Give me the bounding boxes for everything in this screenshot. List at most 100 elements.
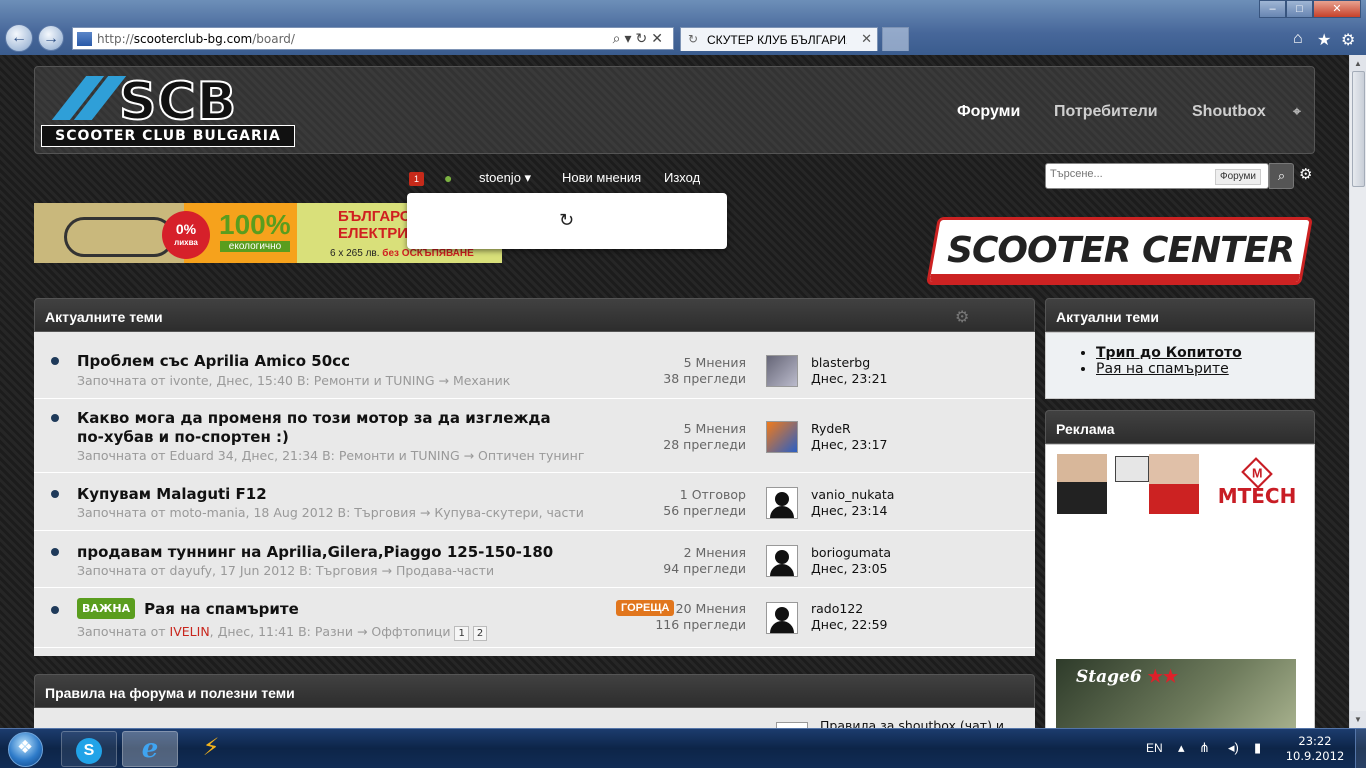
avatar[interactable] — [766, 355, 798, 387]
search-input[interactable] — [1050, 168, 1210, 180]
topic-meta: Започната от dayufy, 17 Jun 2012 В: Търг… — [77, 563, 495, 578]
last-post[interactable]: rado122 Днес, 22:59 — [811, 601, 887, 633]
topic-stats: 1 Отговор 56 прегледи — [663, 487, 746, 518]
taskbar-skype[interactable]: S — [61, 731, 117, 767]
search-scope[interactable]: Форуми — [1215, 169, 1261, 185]
ad-photo — [1149, 454, 1199, 514]
last-post[interactable]: boriogumata Днес, 23:05 — [811, 545, 891, 577]
volume-icon[interactable]: ◂) — [1228, 740, 1239, 756]
avatar[interactable] — [766, 545, 798, 577]
forward-button[interactable]: → — [38, 25, 64, 51]
last-post[interactable]: blasterbg Днес, 23:21 — [811, 355, 887, 387]
tab-title: СКУТЕР КЛУБ БЪЛГАРИЯ -... — [707, 33, 847, 47]
tools-gear-icon[interactable]: ⚙ — [1341, 30, 1355, 50]
sidebar-topic-link[interactable]: Трип до Копитото — [1096, 345, 1242, 361]
loading-spinner-icon: ↻ — [559, 210, 575, 230]
topic-row: продавам туннинг на Aprilia,Gilera,Piagg… — [34, 531, 1035, 588]
browser-chrome: ← → http://scooterclub-bg.com/board/ ⌕▾↻… — [0, 0, 1366, 55]
avatar[interactable] — [766, 421, 798, 453]
maximize-button[interactable]: □ — [1286, 0, 1313, 18]
topic-title[interactable]: продавам туннинг на Aprilia,Gilera,Piagg… — [77, 543, 597, 562]
url-text[interactable]: http://scooterclub-bg.com/board/ — [97, 32, 295, 46]
bike-image — [64, 217, 174, 257]
scooter-center-logo: SCOOTER CENTER — [947, 230, 1295, 271]
favorites-star-icon[interactable]: ★ — [1317, 30, 1331, 50]
notifications-popup: ↻ — [407, 193, 727, 249]
address-bar[interactable]: http://scooterclub-bg.com/board/ ⌕▾↻✕ — [72, 27, 674, 50]
network-icon[interactable]: ⋔ — [1199, 740, 1210, 756]
important-badge: ВАЖНА — [77, 598, 136, 619]
address-controls[interactable]: ⌕▾↻✕ — [613, 30, 667, 47]
topic-title[interactable]: Купувам Malaguti F12 — [77, 485, 577, 504]
topics-list: Проблем със Aprilia Amico 50cc Започната… — [34, 332, 1035, 656]
site-favicon — [77, 32, 92, 46]
logo-subtitle: SCOOTER CLUB BULGARIA — [41, 125, 295, 147]
sidebar-topic-link[interactable]: Рая на спамърите — [1096, 361, 1242, 377]
topic-row: ВАЖНА Рая на спамърите Започната от IVELI… — [34, 588, 1035, 648]
page-link-2[interactable]: 2 — [472, 626, 488, 641]
home-icon[interactable]: ⌂ — [1293, 30, 1303, 48]
logout-link[interactable]: Изход — [664, 170, 700, 185]
user-icon[interactable]: ● — [444, 170, 452, 186]
site-logo[interactable]: SCB SCOOTER CLUB BULGARIA — [41, 71, 295, 147]
taskbar-internet-explorer[interactable]: e — [122, 731, 178, 767]
ad-percent: 100% — [219, 209, 291, 240]
close-window-button[interactable]: ✕ — [1313, 0, 1361, 18]
topic-meta: Започната от moto-mania, 18 Aug 2012 В: … — [77, 505, 584, 520]
avatar[interactable] — [766, 602, 798, 634]
search-options-gear-icon[interactable]: ⚙ — [1299, 165, 1312, 183]
topic-dot-icon — [51, 548, 59, 556]
clock[interactable]: 23:2210.9.2012 г. — [1280, 734, 1350, 768]
stage6-logo: Stage6 ★★ — [1076, 667, 1179, 687]
windows-logo-icon — [8, 732, 43, 767]
last-post[interactable]: RydeR Днес, 23:17 — [811, 421, 887, 453]
sidebar-ads-heading: Реклама — [1045, 410, 1315, 444]
stage6-ad[interactable]: Stage6 ★★ — [1056, 659, 1296, 728]
new-posts-link[interactable]: Нови мнения — [562, 170, 641, 185]
sidebar-topics: Трип до Копитото Рая на спамърите — [1045, 332, 1315, 399]
minimize-button[interactable]: – — [1259, 0, 1286, 18]
page-link-1[interactable]: 1 — [454, 626, 469, 641]
scooter-center-banner[interactable]: SCOOTER CENTER — [926, 217, 1313, 285]
topic-title[interactable]: Какво мога да променя по този мотор за д… — [77, 409, 567, 447]
start-button[interactable] — [2, 730, 50, 768]
ad-price: 6 x 265 лв. без ОСКЪПЯВАНЕ — [330, 248, 474, 259]
tray-arrow-icon[interactable]: ▴ — [1178, 740, 1185, 756]
scroll-down-icon[interactable]: ▼ — [1350, 711, 1366, 728]
map-pin-icon[interactable]: ⌖ — [1293, 103, 1301, 120]
user-menu[interactable]: stoenjo ▾ — [479, 170, 531, 186]
action-center-icon[interactable]: ▮ — [1254, 740, 1261, 756]
search-button[interactable]: ⌕ — [1269, 163, 1294, 189]
sidebar-topics-heading: Актуални теми — [1045, 298, 1315, 332]
ad-photo — [1115, 456, 1149, 482]
ad-zero-badge: 0% лихва — [162, 211, 210, 259]
page-viewport: SCB SCOOTER CLUB BULGARIA Форуми Потреби… — [0, 55, 1349, 728]
rules-item[interactable]: Правила за shoutbox (чат) и — [820, 718, 1004, 728]
tab-active[interactable]: ↻ СКУТЕР КЛУБ БЪЛГАРИЯ -... ✕ — [680, 27, 878, 51]
new-tab-button[interactable] — [882, 27, 909, 51]
topics-panel-heading: Актуалните теми — [34, 298, 1035, 332]
last-post[interactable]: vanio_nukata Днес, 23:14 — [811, 487, 894, 519]
rules-panel-heading: Правила на форума и полезни теми — [34, 674, 1035, 708]
scroll-up-icon[interactable]: ▲ — [1350, 55, 1366, 72]
nav-users[interactable]: Потребители — [1054, 103, 1158, 121]
nav-shoutbox[interactable]: Shoutbox — [1192, 103, 1266, 121]
avatar[interactable] — [766, 487, 798, 519]
tab-close-icon[interactable]: ✕ — [861, 31, 872, 47]
language-indicator[interactable]: EN — [1146, 741, 1163, 755]
topic-stats: 5 Мнения 28 прегледи — [663, 421, 746, 452]
show-desktop-button[interactable] — [1355, 729, 1366, 768]
topic-title[interactable]: ВАЖНА Рая на спамърите — [77, 598, 577, 621]
nav-forums[interactable]: Форуми — [957, 103, 1020, 121]
taskbar-winamp[interactable]: ⚡ — [183, 731, 239, 767]
topic-title[interactable]: Проблем със Aprilia Amico 50cc — [77, 352, 577, 371]
notifications-badge[interactable]: 1 — [409, 172, 424, 186]
page-scrollbar[interactable]: ▲ ▼ — [1349, 55, 1366, 728]
back-button[interactable]: ← — [5, 24, 33, 52]
scroll-thumb[interactable] — [1352, 71, 1365, 187]
mtech-ad[interactable]: M MTECH — [1057, 454, 1297, 514]
ad-photo — [1057, 454, 1107, 514]
panel-settings-gear-icon[interactable]: ⚙ — [955, 307, 969, 327]
topic-row: Купувам Malaguti F12 Започната от moto-m… — [34, 473, 1035, 531]
winamp-icon: ⚡ — [202, 734, 220, 761]
